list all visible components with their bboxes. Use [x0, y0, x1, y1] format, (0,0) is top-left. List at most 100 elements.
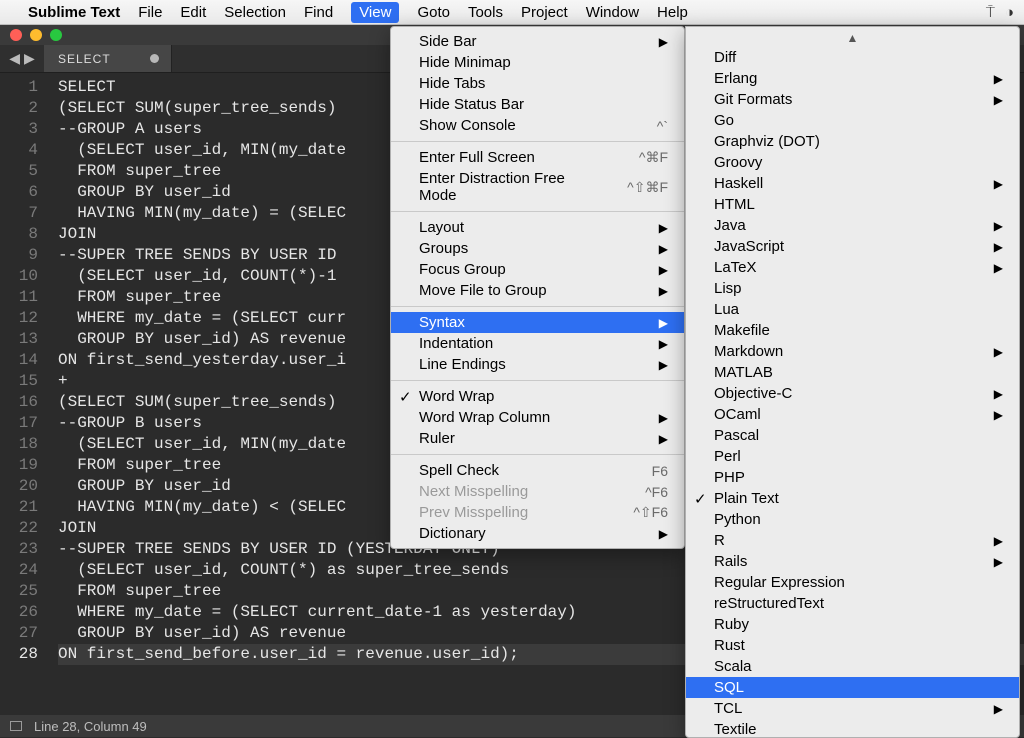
view-item-line-endings[interactable]: Line Endings▶ — [391, 354, 684, 375]
tab-nav-arrows[interactable]: ◀ ▶ — [0, 45, 44, 72]
menu-item-label: Hide Minimap — [419, 54, 511, 71]
syntax-item-restructuredtext[interactable]: reStructuredText — [686, 593, 1019, 614]
view-item-side-bar[interactable]: Side Bar▶ — [391, 31, 684, 52]
submenu-arrow-icon: ▶ — [964, 387, 1003, 401]
view-item-enter-distraction-free-mode[interactable]: Enter Distraction Free Mode^⇧⌘F — [391, 168, 684, 206]
view-item-word-wrap[interactable]: ✓Word Wrap — [391, 386, 684, 407]
menu-view[interactable]: View — [351, 2, 399, 23]
syntax-item-perl[interactable]: Perl — [686, 446, 1019, 467]
menu-item-label: Groups — [419, 240, 468, 257]
menu-selection[interactable]: Selection — [224, 4, 286, 21]
menu-item-label: Prev Misspelling — [419, 504, 528, 521]
syntax-item-erlang[interactable]: Erlang▶ — [686, 68, 1019, 89]
submenu-arrow-icon: ▶ — [629, 411, 668, 425]
syntax-item-pascal[interactable]: Pascal — [686, 425, 1019, 446]
menu-project[interactable]: Project — [521, 4, 568, 21]
submenu-arrow-icon: ▶ — [964, 177, 1003, 191]
menu-item-label: reStructuredText — [714, 595, 824, 612]
menu-item-label: Groovy — [714, 154, 762, 171]
status-icon-2[interactable]: ◑ — [1005, 4, 1014, 21]
menu-help[interactable]: Help — [657, 4, 688, 21]
zoom-window-button[interactable] — [50, 29, 62, 41]
syntax-item-r[interactable]: R▶ — [686, 530, 1019, 551]
menu-item-label: Git Formats — [714, 91, 792, 108]
menu-edit[interactable]: Edit — [180, 4, 206, 21]
view-item-move-file-to-group[interactable]: Move File to Group▶ — [391, 280, 684, 301]
syntax-item-latex[interactable]: LaTeX▶ — [686, 257, 1019, 278]
tab-select[interactable]: SELECT — [44, 45, 172, 72]
view-item-spell-check[interactable]: Spell CheckF6 — [391, 460, 684, 481]
syntax-item-lisp[interactable]: Lisp — [686, 278, 1019, 299]
submenu-arrow-icon: ▶ — [629, 337, 668, 351]
syntax-item-diff[interactable]: Diff — [686, 47, 1019, 68]
menu-item-label: Rust — [714, 637, 745, 654]
view-item-dictionary[interactable]: Dictionary▶ — [391, 523, 684, 544]
view-item-layout[interactable]: Layout▶ — [391, 217, 684, 238]
menu-item-label: Plain Text — [714, 490, 779, 507]
menu-item-label: Focus Group — [419, 261, 506, 278]
menu-find[interactable]: Find — [304, 4, 333, 21]
syntax-item-markdown[interactable]: Markdown▶ — [686, 341, 1019, 362]
menu-item-label: Enter Full Screen — [419, 149, 535, 166]
view-item-indentation[interactable]: Indentation▶ — [391, 333, 684, 354]
scroll-up-icon[interactable]: ▲ — [686, 31, 1019, 47]
view-item-hide-minimap[interactable]: Hide Minimap — [391, 52, 684, 73]
submenu-arrow-icon: ▶ — [964, 702, 1003, 716]
cursor-position[interactable]: Line 28, Column 49 — [34, 719, 147, 734]
syntax-item-tcl[interactable]: TCL ▶ — [686, 698, 1019, 719]
menu-item-label: Erlang — [714, 70, 757, 87]
app-name[interactable]: Sublime Text — [28, 4, 120, 21]
menu-item-label: Objective-C — [714, 385, 792, 402]
view-item-hide-status-bar[interactable]: Hide Status Bar — [391, 94, 684, 115]
syntax-item-rust[interactable]: Rust — [686, 635, 1019, 656]
syntax-item-php[interactable]: PHP — [686, 467, 1019, 488]
menu-window[interactable]: Window — [586, 4, 639, 21]
syntax-item-javascript[interactable]: JavaScript▶ — [686, 236, 1019, 257]
syntax-item-regular-expression[interactable]: Regular Expression — [686, 572, 1019, 593]
syntax-item-textile[interactable]: Textile — [686, 719, 1019, 738]
syntax-item-graphviz-dot-[interactable]: Graphviz (DOT) — [686, 131, 1019, 152]
menu-item-label: Pascal — [714, 427, 759, 444]
syntax-item-sql[interactable]: SQL — [686, 677, 1019, 698]
syntax-item-git-formats[interactable]: Git Formats▶ — [686, 89, 1019, 110]
view-item-enter-full-screen[interactable]: Enter Full Screen ^⌘F — [391, 147, 684, 168]
shortcut-label: ^⌘F — [609, 149, 668, 166]
syntax-item-ruby[interactable]: Ruby — [686, 614, 1019, 635]
minimize-window-button[interactable] — [30, 29, 42, 41]
status-icon[interactable]: ⍑ — [986, 4, 995, 21]
view-item-syntax[interactable]: Syntax▶ — [391, 312, 684, 333]
syntax-item-haskell[interactable]: Haskell▶ — [686, 173, 1019, 194]
menu-item-label: HTML — [714, 196, 755, 213]
panel-switcher-icon[interactable] — [10, 721, 22, 731]
syntax-item-html[interactable]: HTML — [686, 194, 1019, 215]
view-item-word-wrap-column[interactable]: Word Wrap Column▶ — [391, 407, 684, 428]
syntax-item-scala[interactable]: Scala — [686, 656, 1019, 677]
menu-item-label: PHP — [714, 469, 745, 486]
menu-tools[interactable]: Tools — [468, 4, 503, 21]
menu-item-label: Rails — [714, 553, 747, 570]
view-item-show-console[interactable]: Show Console^` — [391, 115, 684, 136]
menu-file[interactable]: File — [138, 4, 162, 21]
syntax-item-matlab[interactable]: MATLAB — [686, 362, 1019, 383]
syntax-item-plain-text[interactable]: ✓Plain Text — [686, 488, 1019, 509]
menu-item-label: TCL — [714, 700, 742, 717]
syntax-item-go[interactable]: Go — [686, 110, 1019, 131]
syntax-item-python[interactable]: Python — [686, 509, 1019, 530]
submenu-arrow-icon: ▶ — [964, 408, 1003, 422]
view-item-hide-tabs[interactable]: Hide Tabs — [391, 73, 684, 94]
syntax-item-objective-c[interactable]: Objective-C ▶ — [686, 383, 1019, 404]
close-window-button[interactable] — [10, 29, 22, 41]
view-item-groups[interactable]: Groups▶ — [391, 238, 684, 259]
menu-item-label: Hide Tabs — [419, 75, 485, 92]
syntax-item-rails[interactable]: Rails▶ — [686, 551, 1019, 572]
syntax-item-lua[interactable]: Lua — [686, 299, 1019, 320]
syntax-item-makefile[interactable]: Makefile — [686, 320, 1019, 341]
syntax-item-ocaml[interactable]: OCaml▶ — [686, 404, 1019, 425]
submenu-arrow-icon: ▶ — [629, 527, 668, 541]
syntax-item-java[interactable]: Java▶ — [686, 215, 1019, 236]
view-item-focus-group[interactable]: Focus Group▶ — [391, 259, 684, 280]
view-item-ruler[interactable]: Ruler▶ — [391, 428, 684, 449]
menu-item-label: Graphviz (DOT) — [714, 133, 820, 150]
menu-goto[interactable]: Goto — [417, 4, 450, 21]
syntax-item-groovy[interactable]: Groovy — [686, 152, 1019, 173]
